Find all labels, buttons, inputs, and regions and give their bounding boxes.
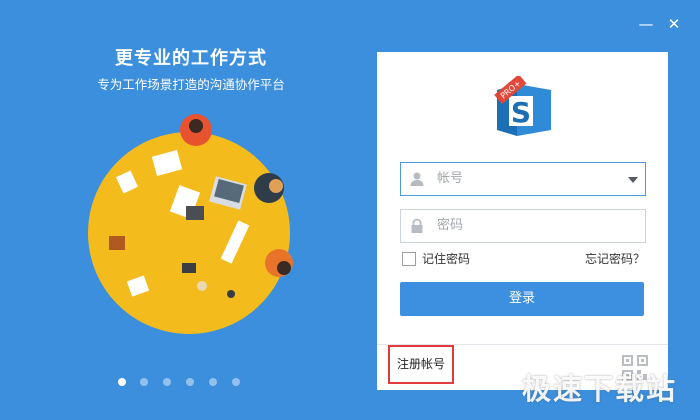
logo-letter: S: [511, 96, 531, 129]
close-button[interactable]: ✕: [664, 14, 684, 34]
lock-icon: [411, 218, 423, 233]
carousel-dot[interactable]: [209, 378, 217, 386]
carousel-dot[interactable]: [140, 378, 148, 386]
promo-title: 更专业的工作方式: [115, 48, 267, 69]
carousel-dot[interactable]: [118, 378, 126, 386]
password-input[interactable]: 密码: [400, 209, 646, 243]
carousel-dot[interactable]: [186, 378, 194, 386]
carousel-dot[interactable]: [163, 378, 171, 386]
promo-subtitle: 专为工作场景打造的沟通协作平台: [97, 77, 285, 92]
watermark-text: 极速下载站: [522, 372, 678, 406]
register-account-link[interactable]: 注册帐号: [388, 345, 454, 384]
login-button[interactable]: 登录: [400, 282, 644, 316]
dropdown-arrow-icon[interactable]: [628, 177, 638, 183]
team-illustration: [88, 114, 293, 334]
carousel-dot[interactable]: [232, 378, 240, 386]
user-icon: [410, 172, 424, 186]
remember-label: 记住密码: [422, 252, 471, 266]
forgot-password-link[interactable]: 忘记密码？: [585, 251, 645, 267]
app-logo: S PRO+: [489, 74, 561, 148]
register-label: 注册帐号: [396, 357, 445, 371]
app-window: — ✕ 更专业的工作方式 专为工作场景打造的沟通协作平台 S PRO+ 帐号 密…: [0, 0, 700, 420]
password-placeholder: 密码: [437, 218, 464, 233]
remember-checkbox[interactable]: [402, 252, 416, 266]
account-input[interactable]: 帐号: [400, 162, 646, 196]
login-panel: S PRO+ 帐号 密码 记住密码 忘记密码？ 登录 注册帐号: [377, 52, 668, 390]
account-placeholder: 帐号: [437, 171, 464, 186]
minimize-button[interactable]: —: [636, 14, 656, 34]
app-logo-icon: S PRO+: [494, 74, 551, 136]
